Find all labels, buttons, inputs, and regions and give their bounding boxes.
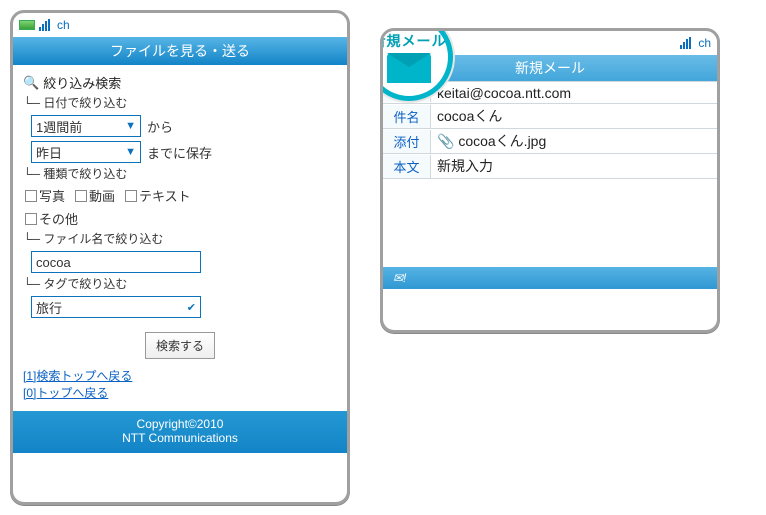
right-phone: 新規メール ch 新規メール To keitai@cocoa.ntt.com 件… — [380, 28, 720, 333]
body-row[interactable]: 本文 新規入力 — [383, 154, 717, 179]
link-search-top[interactable]: [1]検索トップへ戻る — [23, 367, 337, 384]
battery-icon — [19, 20, 35, 30]
filename-filter-label: ファイル名で絞り込む — [23, 230, 337, 247]
tag-value: 旅行 — [36, 298, 62, 317]
type-text-checkbox[interactable]: テキスト — [125, 186, 191, 205]
date-from-select[interactable]: 1週間前 ▼ — [31, 115, 141, 137]
paperclip-icon: 📎 — [437, 133, 454, 149]
subject-row[interactable]: 件名 cocoaくん — [383, 104, 717, 129]
mail-fields: To keitai@cocoa.ntt.com 件名 cocoaくん 添付 📎 … — [383, 81, 717, 179]
status-bar: ch — [13, 13, 347, 37]
footer: Copyright©2010 NTT Communications — [13, 411, 347, 453]
badge-label: 新規メール — [380, 31, 447, 51]
type-other-checkbox[interactable]: その他 — [25, 209, 78, 228]
attach-label: 添付 — [383, 130, 431, 153]
footer-line2: NTT Communications — [13, 431, 347, 445]
type-photo-checkbox[interactable]: 写真 — [25, 186, 65, 205]
chevron-down-icon: ▼ — [125, 120, 136, 132]
body-value: 新規入力 — [431, 154, 717, 178]
mail-body-area[interactable] — [383, 179, 717, 267]
attach-value: 📎 cocoaくん.jpg — [431, 129, 717, 153]
search-heading-label: 絞り込み検索 — [43, 73, 121, 92]
content-area: 🔍 絞り込み検索 日付で絞り込む 1週間前 ▼ から 昨日 ▼ までに保存 種類… — [13, 65, 347, 405]
nav-links: [1]検索トップへ戻る [0]トップへ戻る — [23, 367, 337, 401]
date-to-select[interactable]: 昨日 ▼ — [31, 141, 141, 163]
search-icon: 🔍 — [23, 75, 39, 91]
envelope-icon — [387, 53, 431, 83]
search-button[interactable]: 検索する — [145, 332, 215, 359]
subject-value: cocoaくん — [431, 104, 717, 128]
chevron-down-icon: ✔ — [187, 301, 196, 314]
attach-row[interactable]: 添付 📎 cocoaくん.jpg — [383, 129, 717, 154]
date-filter-label: 日付で絞り込む — [23, 94, 337, 111]
chevron-down-icon: ▼ — [125, 146, 136, 158]
mail-footer-icon: ✉! — [393, 271, 406, 285]
channel-icon: ch — [698, 36, 711, 50]
date-from-value: 1週間前 — [36, 117, 82, 136]
type-video-checkbox[interactable]: 動画 — [75, 186, 115, 205]
channel-icon: ch — [57, 18, 70, 32]
signal-icon — [39, 19, 55, 31]
filename-input[interactable]: cocoa — [31, 251, 201, 273]
body-label: 本文 — [383, 155, 431, 178]
to-value: keitai@cocoa.ntt.com — [431, 83, 717, 103]
page-title: ファイルを見る・送る — [13, 37, 347, 65]
search-heading: 🔍 絞り込み検索 — [23, 73, 337, 92]
mail-footer: ✉! — [383, 267, 717, 289]
footer-line1: Copyright©2010 — [13, 417, 347, 431]
subject-label: 件名 — [383, 105, 431, 128]
date-from-suffix: から — [147, 117, 173, 136]
tag-select[interactable]: 旅行 ✔ — [31, 296, 201, 318]
date-to-value: 昨日 — [36, 143, 62, 162]
left-phone: ch ファイルを見る・送る 🔍 絞り込み検索 日付で絞り込む 1週間前 ▼ から… — [10, 10, 350, 505]
filename-value: cocoa — [36, 255, 71, 270]
link-top[interactable]: [0]トップへ戻る — [23, 384, 337, 401]
type-filter-label: 種類で絞り込む — [23, 165, 337, 182]
date-to-suffix: までに保存 — [147, 143, 212, 162]
tag-filter-label: タグで絞り込む — [23, 275, 337, 292]
signal-icon — [680, 37, 696, 49]
